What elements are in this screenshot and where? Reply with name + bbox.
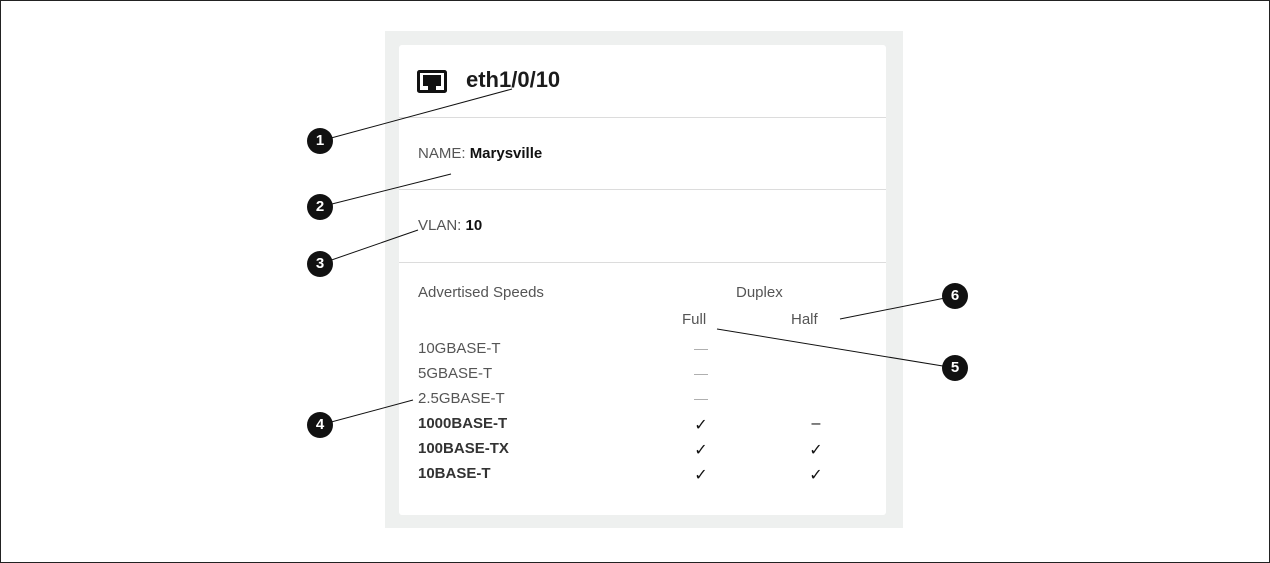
half-duplex-header: Half <box>791 311 818 328</box>
port-detail-card: eth1/0/10 NAME: Marysville VLAN: 10 Adve… <box>399 45 886 515</box>
name-value: Marysville <box>469 145 543 162</box>
advertised-speeds-section: Advertised Speeds Duplex Full Half 10GBA… <box>399 263 886 513</box>
half-duplex-check-icon: ✓ <box>809 442 823 459</box>
speed-row-1000base-t: 1000BASE-T ✓ – <box>418 415 878 437</box>
duplex-title: Duplex <box>736 284 783 301</box>
callout-marker: 5 <box>942 355 968 381</box>
callout-marker: 3 <box>307 251 333 277</box>
full-duplex-check-icon: ✓ <box>694 442 708 459</box>
callout-marker: 6 <box>942 283 968 309</box>
callout-marker: 2 <box>307 194 333 220</box>
full-duplex-header: Full <box>682 311 707 328</box>
speed-name: 10GBASE-T <box>418 340 501 357</box>
name-row: NAME: Marysville <box>399 118 886 190</box>
full-duplex-dash: — <box>694 365 708 381</box>
speed-row-10base-t: 10BASE-T ✓ ✓ <box>418 465 878 487</box>
vlan-row: VLAN: 10 <box>399 190 886 263</box>
speed-row-2-5gbase-t: 2.5GBASE-T — <box>418 390 878 412</box>
ethernet-port-icon <box>417 70 447 93</box>
speed-name: 100BASE-TX <box>418 440 509 457</box>
callout-marker: 1 <box>307 128 333 154</box>
name-field: NAME: Marysville <box>418 145 542 162</box>
callout-marker: 4 <box>307 412 333 438</box>
speed-row-10gbase-t: 10GBASE-T — <box>418 340 878 362</box>
vlan-value: 10 <box>465 217 483 234</box>
speed-name: 2.5GBASE-T <box>418 390 505 407</box>
advertised-speeds-title: Advertised Speeds <box>418 284 544 301</box>
speed-row-5gbase-t: 5GBASE-T — <box>418 365 878 387</box>
full-duplex-check-icon: ✓ <box>694 467 708 484</box>
full-duplex-check-icon: ✓ <box>694 417 708 434</box>
name-label: NAME: <box>418 145 470 162</box>
half-duplex-check-icon: ✓ <box>809 467 823 484</box>
full-duplex-dash: — <box>694 390 708 406</box>
speed-name: 1000BASE-T <box>418 415 508 432</box>
vlan-field: VLAN: 10 <box>418 217 482 234</box>
vlan-label: VLAN: <box>418 217 466 234</box>
full-duplex-dash: — <box>694 340 708 356</box>
speed-row-100base-tx: 100BASE-TX ✓ ✓ <box>418 440 878 462</box>
speed-name: 5GBASE-T <box>418 365 493 382</box>
port-name: eth1/0/10 <box>466 67 561 92</box>
speed-name: 10BASE-T <box>418 465 491 482</box>
half-duplex-dash: – <box>811 415 821 432</box>
port-header: eth1/0/10 <box>399 45 886 118</box>
